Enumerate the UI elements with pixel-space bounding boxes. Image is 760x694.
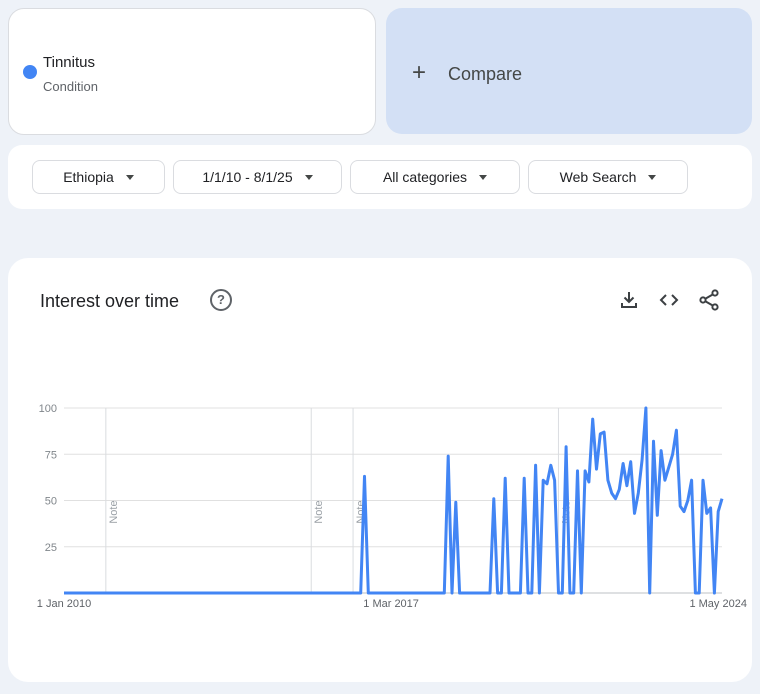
x-tick-label: 1 Mar 2017 xyxy=(363,598,419,610)
compare-label: Compare xyxy=(448,64,523,84)
region-dropdown[interactable]: Ethiopia xyxy=(32,160,165,194)
category-dropdown-label: All categories xyxy=(382,169,468,185)
date-range-dropdown[interactable]: 1/1/10 - 8/1/25 xyxy=(173,160,342,194)
x-tick-label: 1 Jan 2010 xyxy=(37,598,91,610)
caret-down-icon xyxy=(304,174,313,180)
compare-button[interactable]: + Compare xyxy=(386,8,752,134)
caret-down-icon xyxy=(648,174,657,180)
date-range-dropdown-label: 1/1/10 - 8/1/25 xyxy=(202,169,293,185)
search-type-dropdown[interactable]: Web Search xyxy=(528,160,688,194)
caret-down-icon xyxy=(125,174,134,180)
note-label: Note xyxy=(108,500,120,523)
plus-icon: + xyxy=(412,59,427,86)
search-term-card[interactable]: Tinnitus Condition xyxy=(8,8,376,135)
search-type-dropdown-label: Web Search xyxy=(559,169,637,185)
interest-over-time-card: Interest over time ? 25 50 75 100 Note Note No… xyxy=(8,258,752,682)
filter-bar: Ethiopia 1/1/10 - 8/1/25 All categories … xyxy=(8,145,752,209)
category-dropdown[interactable]: All categories xyxy=(350,160,520,194)
term-color-dot xyxy=(23,65,37,79)
note-label: Note xyxy=(313,500,325,523)
caret-down-icon xyxy=(479,174,488,180)
y-tick-label: 100 xyxy=(39,403,57,415)
region-dropdown-label: Ethiopia xyxy=(63,169,114,185)
term-type: Condition xyxy=(43,79,98,94)
y-tick-label: 75 xyxy=(45,449,57,461)
interest-line-chart: 255075100Note Note Note Note1 Jan 2010 1 Mar… xyxy=(37,403,747,610)
y-tick-label: 50 xyxy=(45,496,57,508)
x-tick-label: 1 May 2024 xyxy=(689,598,746,610)
y-tick-label: 25 xyxy=(45,542,57,554)
term-name[interactable]: Tinnitus xyxy=(43,54,95,71)
